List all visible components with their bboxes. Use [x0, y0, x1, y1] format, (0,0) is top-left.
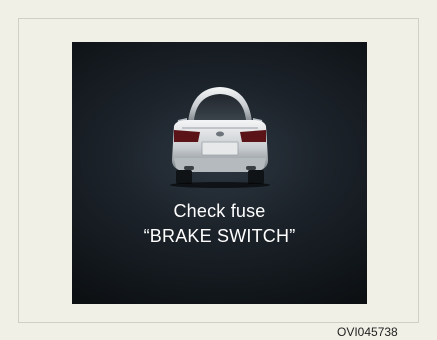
- figure-code: OVI045738: [337, 325, 398, 339]
- warning-message-line-2: “BRAKE SWITCH”: [143, 226, 296, 246]
- warning-message-line-1: Check fuse: [173, 201, 266, 221]
- cluster-display: Check fuse “BRAKE SWITCH”: [72, 42, 367, 304]
- car-rear-icon: [170, 87, 270, 188]
- page: { "display": { "icon": "car-rear-icon", …: [0, 0, 437, 340]
